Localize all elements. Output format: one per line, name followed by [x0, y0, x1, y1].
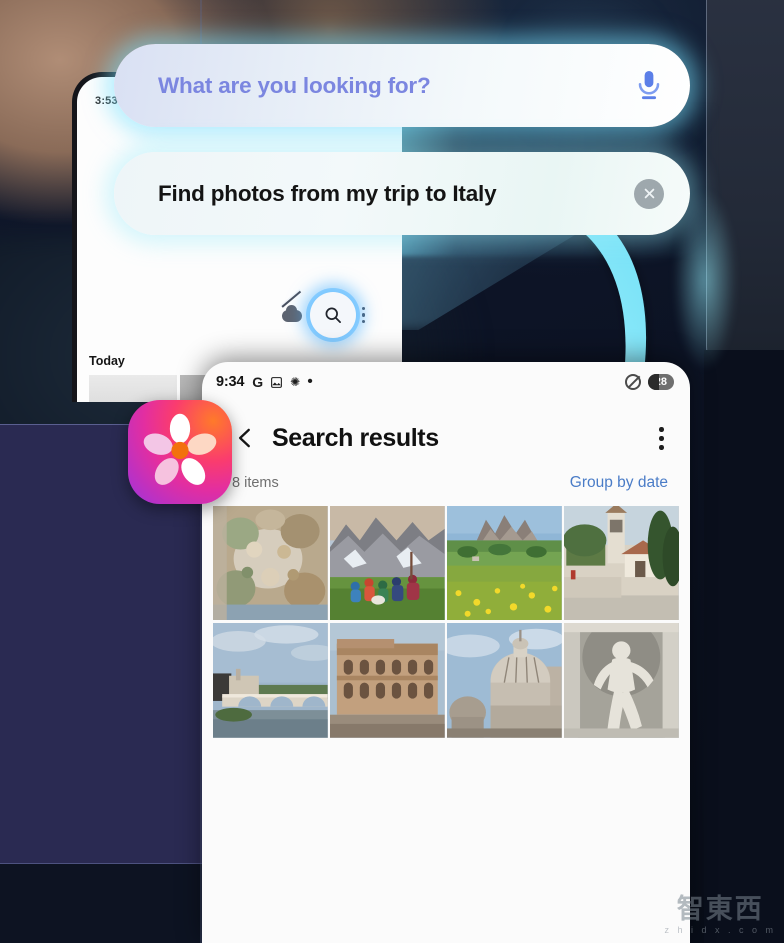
kebab-menu-icon[interactable]	[655, 423, 668, 454]
cloud-off-icon[interactable]	[280, 289, 304, 323]
photo-5	[213, 622, 328, 738]
close-circle-icon[interactable]	[634, 178, 664, 209]
photo-3	[447, 505, 562, 621]
photo-thumbnail[interactable]	[213, 622, 328, 738]
voice-search-query-bar[interactable]: Find photos from my trip to Italy	[114, 152, 690, 235]
voice-search-prompt-text: What are you looking for?	[158, 72, 431, 98]
background-phone-control-row	[280, 288, 382, 342]
voice-search-prompt-bar[interactable]: What are you looking for?	[114, 44, 690, 127]
item-count-label: 8 items	[232, 474, 279, 491]
photo-thumbnail[interactable]	[564, 622, 679, 738]
watermark-en: z h i d x . c o m	[664, 925, 776, 935]
photo-1	[213, 505, 328, 621]
photo-grid	[202, 492, 690, 738]
status-bar-time: 9:34	[216, 374, 245, 390]
image-icon	[270, 376, 283, 389]
page-title: Search results	[272, 423, 439, 452]
battery-indicator: 28	[647, 374, 674, 390]
google-icon: G	[252, 374, 264, 390]
search-button[interactable]	[310, 292, 356, 338]
background-dark-panel	[0, 864, 204, 943]
kebab-menu-icon[interactable]	[362, 306, 366, 324]
photo-thumbnail[interactable]	[564, 505, 679, 621]
background-right-panel-lower	[704, 350, 784, 943]
photo-7	[447, 622, 562, 738]
card-header: Search results	[202, 397, 690, 454]
photo-2	[330, 505, 445, 621]
samsung-gallery-icon[interactable]	[128, 400, 232, 504]
photo-thumbnail[interactable]	[213, 505, 328, 621]
snowflake-icon: ✺	[290, 375, 301, 389]
do-not-disturb-icon	[624, 374, 641, 390]
background-thumbnail	[89, 375, 177, 402]
status-bar: 9:34 G ✺ • 28	[202, 367, 690, 397]
results-subheader: 8 items Group by date	[202, 454, 690, 492]
search-icon	[325, 307, 341, 323]
watermark-cn: 智東西	[676, 894, 764, 924]
photo-4	[564, 505, 679, 621]
status-bar-icons: G ✺ •	[252, 373, 313, 390]
photo-thumbnail[interactable]	[330, 622, 445, 738]
search-results-card: 9:34 G ✺ • 28 Search results 8 items Gro…	[202, 362, 690, 943]
microphone-icon[interactable]	[634, 69, 664, 103]
photo-6	[330, 622, 445, 738]
watermark: 智東西 z h i d x . c o m	[664, 894, 776, 936]
photo-8	[564, 622, 679, 738]
voice-search-query-text: Find photos from my trip to Italy	[158, 180, 497, 206]
group-by-date-link[interactable]: Group by date	[570, 474, 668, 492]
photo-thumbnail[interactable]	[330, 505, 445, 621]
gallery-flower-glyph	[143, 413, 217, 485]
voice-search-overlay: What are you looking for? Find photos fr…	[114, 44, 690, 235]
background-phone-section-label: Today	[89, 354, 125, 368]
photo-thumbnail[interactable]	[447, 505, 562, 621]
photo-thumbnail[interactable]	[447, 622, 562, 738]
status-bar-right: 28	[624, 374, 674, 390]
close-icon	[644, 188, 654, 199]
back-chevron-icon[interactable]	[232, 425, 258, 451]
